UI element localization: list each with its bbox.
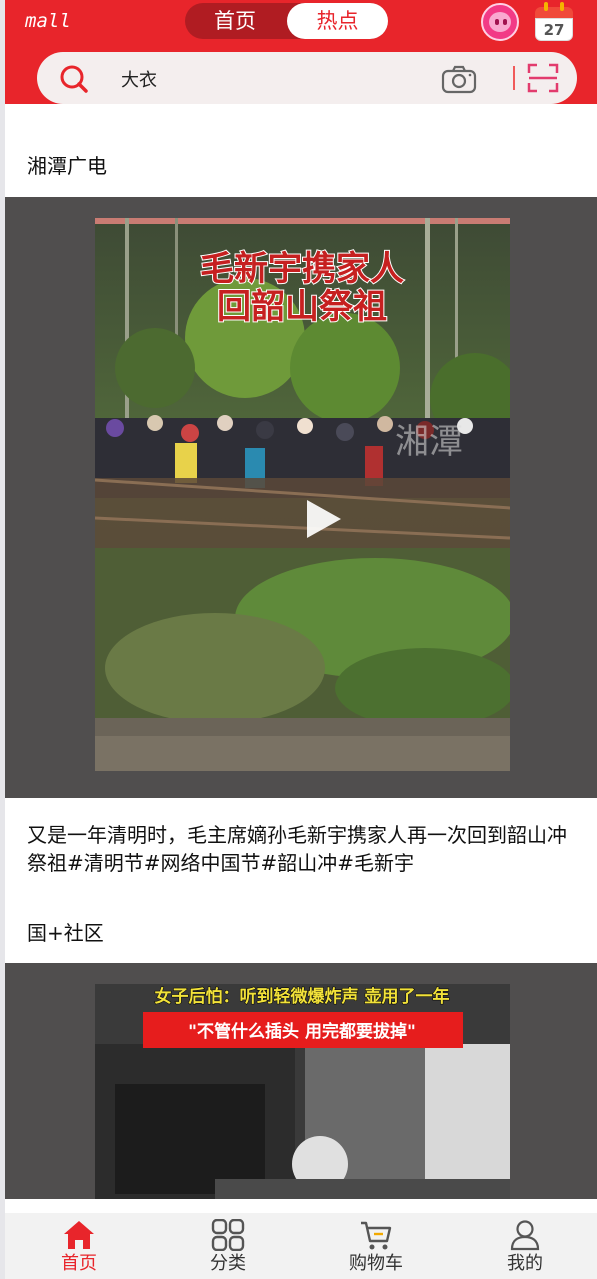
cart-icon bbox=[361, 1221, 392, 1250]
video-thumbnail[interactable]: 女子后怕：听到轻微爆炸声 壶用了一年 "不管什么插头 用完都要拔掉" bbox=[95, 984, 510, 1199]
nav-label: 购物车 bbox=[349, 1253, 403, 1274]
nav-label: 分类 bbox=[210, 1253, 246, 1274]
mascot-eye-left bbox=[495, 19, 499, 25]
category-grid-icon bbox=[211, 1219, 245, 1251]
video-overlay-title-line1: 毛新宇携家人 bbox=[200, 249, 404, 289]
bottom-tab-bar: 首页 分类 购物车 我的 bbox=[5, 1199, 597, 1279]
calendar-ring bbox=[544, 2, 548, 11]
search-bar[interactable] bbox=[37, 52, 577, 104]
feed-item-source[interactable]: 国+社区 bbox=[27, 917, 104, 946]
nav-item-category[interactable]: 分类 bbox=[178, 1219, 278, 1279]
video-overlay-title-line2: "不管什么插头 用完都要拔掉" bbox=[188, 1021, 416, 1042]
scan-icon[interactable] bbox=[527, 63, 559, 93]
video-watermark: 湘潭 bbox=[395, 422, 463, 462]
nav-label: 我的 bbox=[507, 1253, 543, 1274]
tab-home[interactable]: 首页 bbox=[185, 3, 285, 39]
tab-hot[interactable]: 热点 bbox=[287, 3, 388, 39]
brand-logo: mall bbox=[25, 10, 71, 32]
calendar-icon[interactable]: 27 bbox=[535, 2, 575, 42]
search-input[interactable] bbox=[121, 66, 421, 92]
home-icon bbox=[64, 1221, 94, 1249]
video-scene-image: 湘潭 毛新宇携家人 回韶山祭祖 bbox=[95, 218, 510, 771]
search-divider bbox=[513, 66, 515, 90]
feed-item-caption[interactable]: 又是一年清明时，毛主席嫡孙毛新宇携家人再一次回到韶山冲祭祖#清明节#网络中国节#… bbox=[27, 821, 572, 877]
video-overlay-title-line1: 女子后怕：听到轻微爆炸声 壶用了一年 bbox=[155, 986, 450, 1007]
play-icon[interactable] bbox=[301, 497, 345, 541]
video-scene-image: 女子后怕：听到轻微爆炸声 壶用了一年 "不管什么插头 用完都要拔掉" bbox=[95, 984, 510, 1199]
mascot-face bbox=[489, 12, 511, 32]
video-card[interactable]: 湘潭 毛新宇携家人 回韶山祭祖 bbox=[5, 197, 597, 798]
camera-icon[interactable] bbox=[441, 64, 477, 94]
mascot-eye-right bbox=[503, 19, 507, 25]
user-icon bbox=[510, 1220, 540, 1251]
calendar-day: 27 bbox=[535, 18, 573, 41]
calendar-ring bbox=[560, 2, 564, 11]
video-thumbnail[interactable]: 湘潭 毛新宇携家人 回韶山祭祖 bbox=[95, 218, 510, 771]
nav-item-profile[interactable]: 我的 bbox=[475, 1219, 575, 1279]
nav-item-home[interactable]: 首页 bbox=[29, 1219, 129, 1279]
video-card[interactable]: 女子后怕：听到轻微爆炸声 壶用了一年 "不管什么插头 用完都要拔掉" bbox=[5, 963, 597, 1199]
mascot-avatar-icon[interactable] bbox=[481, 3, 519, 41]
top-header: mall 首页 热点 27 bbox=[5, 0, 597, 104]
nav-item-cart[interactable]: 购物车 bbox=[326, 1219, 426, 1279]
video-overlay-title-line2: 回韶山祭祖 bbox=[217, 287, 387, 327]
nav-label: 首页 bbox=[61, 1253, 97, 1274]
search-icon[interactable] bbox=[59, 64, 89, 94]
feed-item-source[interactable]: 湘潭广电 bbox=[27, 150, 107, 179]
top-tabs: 首页 热点 bbox=[185, 3, 388, 39]
app-screen: mall 首页 热点 27 大衣 湘潭广电 湘潭 毛新宇携家人 回韶山祭祖 又是… bbox=[0, 0, 597, 1279]
